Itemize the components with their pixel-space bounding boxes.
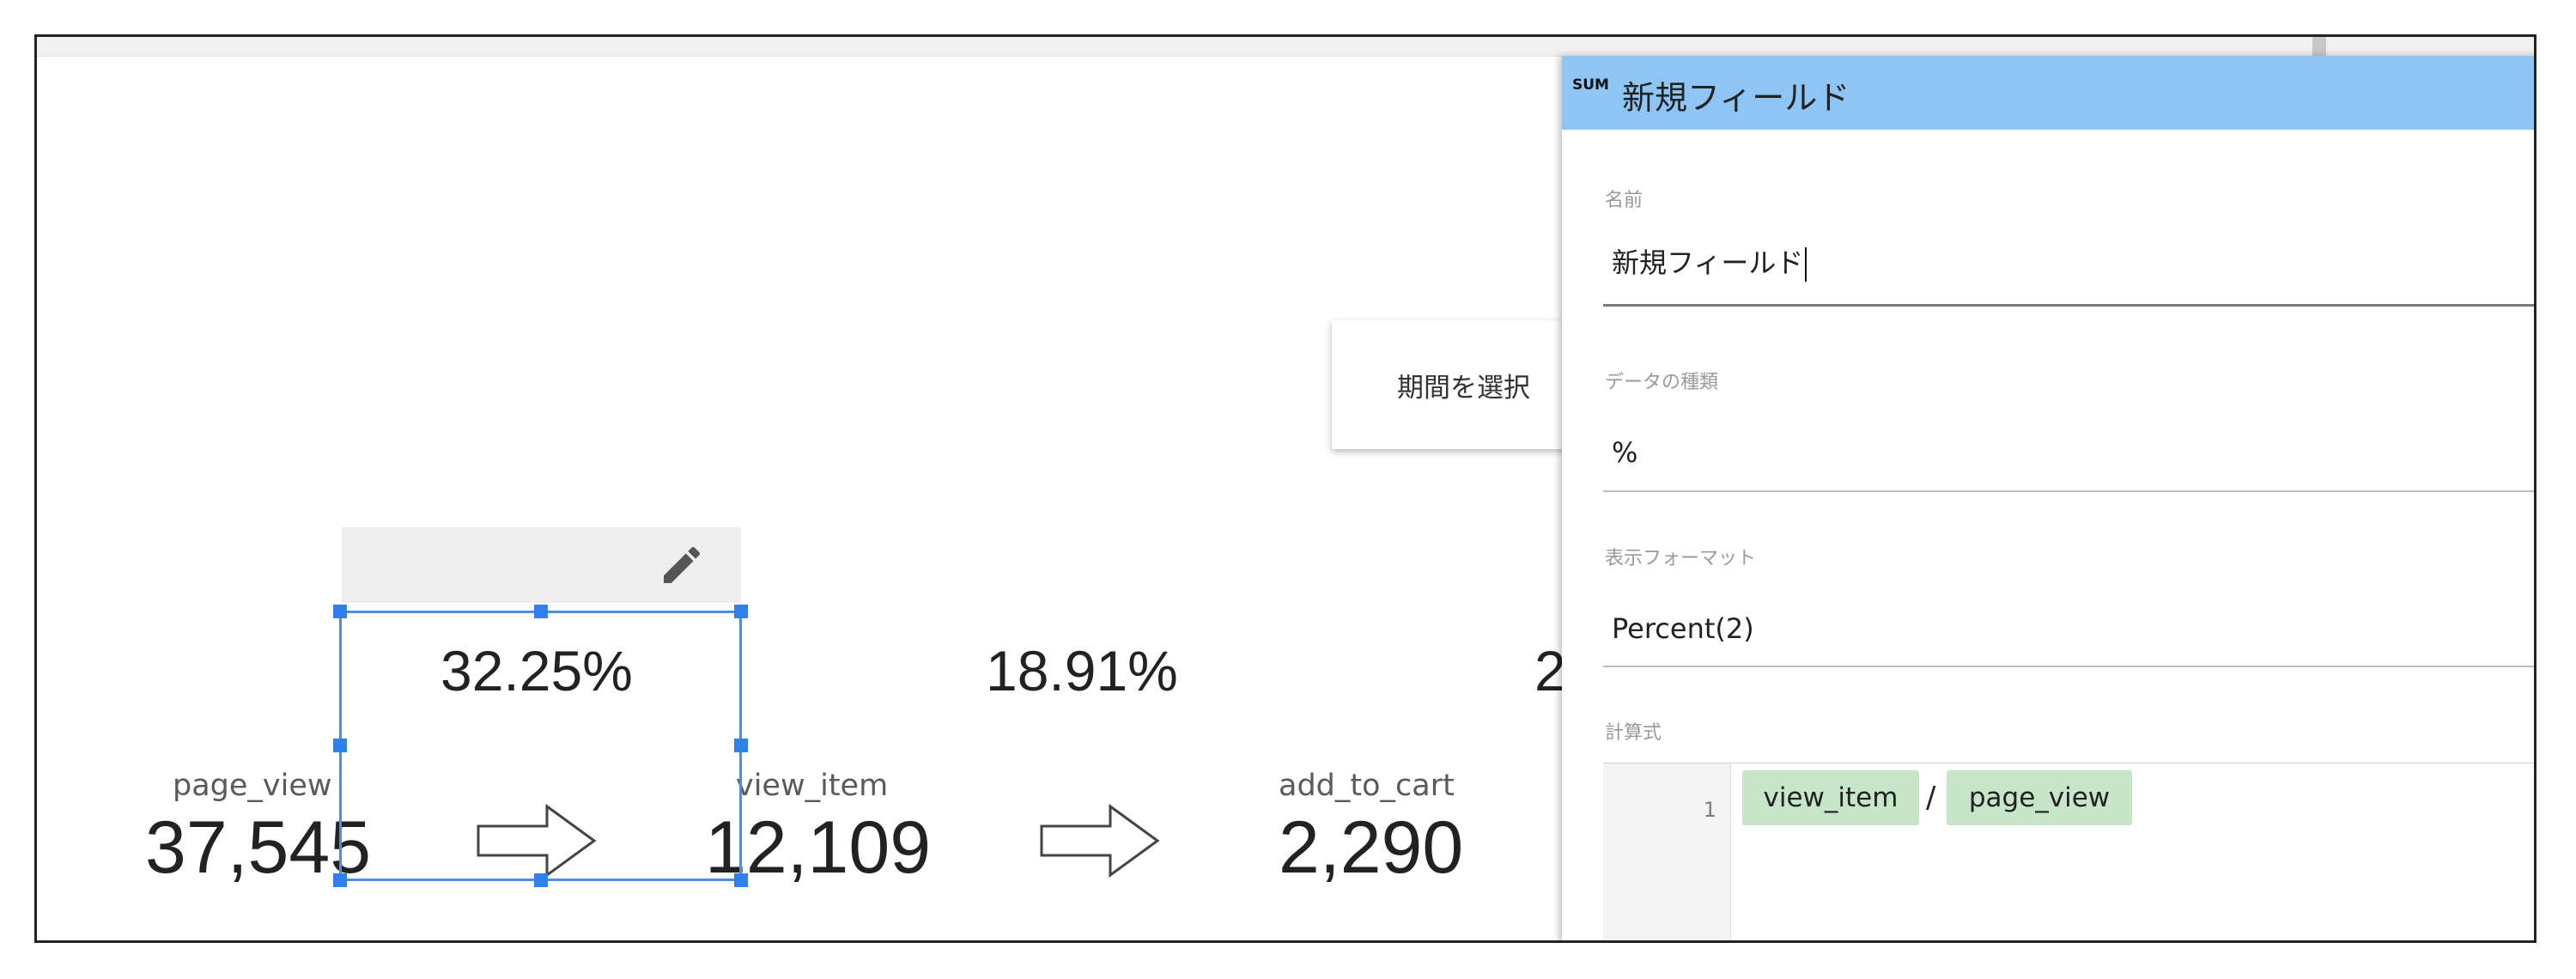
panel-header: SUM 新規フィールド <box>1562 56 2534 130</box>
display-format-select[interactable]: Percent(2) <box>1612 612 1754 645</box>
formula-token-page-view[interactable]: page_view <box>1947 770 2132 825</box>
formula-label: 計算式 <box>1605 722 1662 744</box>
edit-toolbar <box>342 527 741 603</box>
screenshot-stage: 期間を選択 32.25% 18.91% 2 page_view view_ite… <box>0 0 2576 979</box>
selected-scorecard[interactable] <box>333 605 748 887</box>
formula-line-number: 1 <box>1703 798 1716 822</box>
field-editor-panel: SUM 新規フィールド 名前 新規フィールド データの種類 % 表示フォーマット… <box>1562 56 2534 940</box>
resize-handle-top-right[interactable] <box>734 605 748 618</box>
canvas-top-bar <box>37 37 2534 57</box>
pencil-icon[interactable] <box>658 541 706 589</box>
step-label-view-item: view_item <box>736 769 889 803</box>
data-type-select[interactable]: % <box>1612 436 1637 469</box>
formula-gutter: 1 <box>1603 763 1731 940</box>
resize-handle-bottom-left[interactable] <box>333 873 347 887</box>
data-type-underline <box>1603 490 2534 492</box>
data-type-label: データの種類 <box>1605 372 1719 393</box>
resize-handle-right[interactable] <box>734 739 748 752</box>
step-label-add-to-cart: add_to_cart <box>1279 769 1455 803</box>
display-format-underline <box>1603 666 2534 667</box>
name-field-value: 新規フィールド <box>1612 246 1804 279</box>
step-label-page-view: page_view <box>173 769 332 803</box>
resize-handle-top-left[interactable] <box>333 605 347 618</box>
resize-handle-bottom-right[interactable] <box>734 873 748 887</box>
panel-title: 新規フィールド <box>1622 79 1850 117</box>
name-field-underline <box>1603 304 2534 307</box>
display-format-label: 表示フォーマット <box>1605 548 1757 569</box>
report-canvas: 期間を選択 32.25% 18.91% 2 page_view view_ite… <box>34 34 2537 943</box>
conversion-rate-2: 18.91% <box>986 639 1178 702</box>
outlined-right-arrow-icon <box>1040 804 1160 878</box>
date-range-label: 期間を選択 <box>1397 372 1530 404</box>
aggregation-badge: SUM <box>1572 76 1609 94</box>
resize-handle-top[interactable] <box>534 605 548 618</box>
resize-handle-left[interactable] <box>333 739 347 752</box>
name-field-input[interactable]: 新規フィールド <box>1612 241 1807 282</box>
text-cursor <box>1805 247 1807 282</box>
formula-editor[interactable]: 1 view_item / page_view <box>1603 763 2534 940</box>
resize-handle-bottom[interactable] <box>534 873 548 887</box>
formula-token-view-item[interactable]: view_item <box>1742 770 1919 825</box>
name-field-label: 名前 <box>1605 190 1643 211</box>
formula-operator: / <box>1926 781 1936 815</box>
step-value-add-to-cart: 2,290 <box>1279 806 1464 889</box>
